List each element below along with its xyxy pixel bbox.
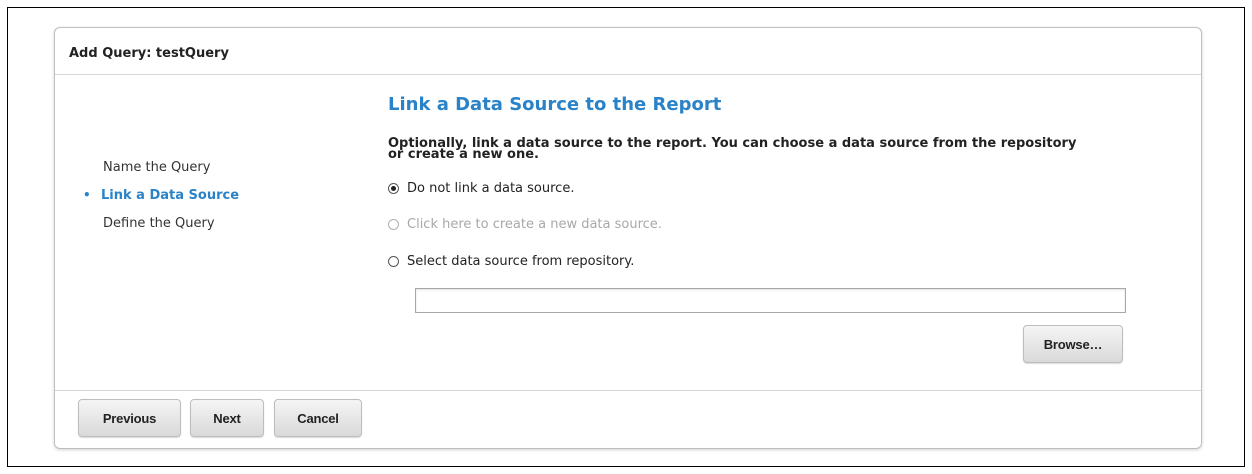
previous-button[interactable]: Previous xyxy=(78,399,181,437)
active-step-bullet: • xyxy=(83,188,91,202)
step-name-the-query[interactable]: Name the Query xyxy=(103,160,210,175)
next-button[interactable]: Next xyxy=(190,399,264,437)
radio-select-from-repository[interactable] xyxy=(388,256,399,267)
cancel-button[interactable]: Cancel xyxy=(274,399,362,437)
option-label: Do not link a data source. xyxy=(407,181,575,196)
dialog-header: Add Query: testQuery xyxy=(55,28,1201,75)
option-label: Click here to create a new data source. xyxy=(407,217,662,232)
step-label: Define the Query xyxy=(103,216,215,231)
step-label: Name the Query xyxy=(103,160,211,175)
content-heading: Link a Data Source to the Report xyxy=(388,94,722,115)
step-link-a-data-source[interactable]: • Link a Data Source xyxy=(83,188,239,203)
option-do-not-link[interactable]: Do not link a data source. xyxy=(388,181,574,196)
repository-path-input[interactable] xyxy=(415,288,1126,313)
radio-do-not-link[interactable] xyxy=(388,183,399,194)
footer-divider xyxy=(55,390,1201,391)
option-select-from-repository[interactable]: Select data source from repository. xyxy=(388,254,634,269)
step-define-the-query[interactable]: Define the Query xyxy=(103,216,215,231)
browse-button[interactable]: Browse… xyxy=(1023,325,1123,363)
add-query-dialog: Add Query: testQuery Name the Query • Lin… xyxy=(54,27,1202,449)
content-description: Optionally, link a data source to the re… xyxy=(388,137,1188,161)
radio-create-new[interactable] xyxy=(388,219,399,230)
option-label: Select data source from repository. xyxy=(407,254,635,269)
option-create-new[interactable]: Click here to create a new data source. xyxy=(388,217,662,232)
dialog-title: Add Query: testQuery xyxy=(69,46,229,61)
step-label: Link a Data Source xyxy=(101,188,240,203)
